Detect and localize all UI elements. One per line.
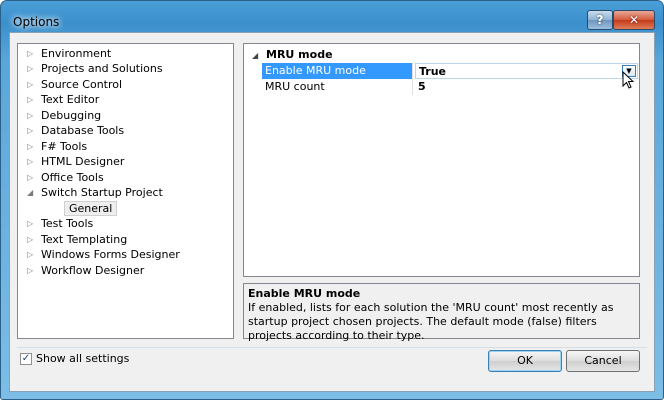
description-text: If enabled, lists for each solution the … [248, 301, 614, 342]
property-name[interactable]: MRU count [262, 79, 412, 95]
triangle-right-icon[interactable]: ▷ [27, 139, 37, 154]
divider [17, 347, 647, 348]
show-all-settings-label[interactable]: Show all settings [36, 351, 129, 367]
triangle-right-icon[interactable]: ▷ [27, 170, 37, 185]
column-divider [412, 79, 413, 95]
property-name[interactable]: Enable MRU mode [262, 63, 412, 79]
ok-button[interactable]: OK [488, 350, 562, 372]
triangle-right-icon[interactable]: ▷ [27, 216, 37, 231]
column-divider [412, 63, 413, 79]
triangle-right-icon[interactable]: ▷ [27, 61, 37, 76]
triangle-right-icon[interactable]: ▷ [27, 247, 37, 262]
checkmark-icon[interactable]: ✓ [20, 353, 32, 365]
category-header[interactable]: ◢ MRU mode [252, 47, 333, 62]
property-value[interactable]: 5 [415, 79, 638, 95]
triangle-down-icon[interactable]: ◢ [252, 48, 266, 63]
cancel-button[interactable]: Cancel [566, 350, 640, 372]
property-row-enable-mru-mode[interactable]: Enable MRU mode True ▼ [262, 63, 638, 79]
triangle-right-icon[interactable]: ▷ [27, 263, 37, 278]
description-title: Enable MRU mode [248, 287, 361, 300]
triangle-right-icon[interactable]: ▷ [27, 92, 37, 107]
property-value: True [419, 65, 447, 78]
property-grid[interactable]: ◢ MRU mode Enable MRU mode True ▼ MRU coun… [243, 43, 640, 277]
dialog-body: ▷ Environment ▷ Projects and Solutions ▷ So… [9, 32, 655, 392]
triangle-right-icon[interactable]: ▷ [27, 108, 37, 123]
triangle-right-icon[interactable]: ▷ [27, 123, 37, 138]
description-panel: Enable MRU mode If enabled, lists for ea… [243, 283, 640, 342]
triangle-right-icon[interactable]: ▷ [27, 154, 37, 169]
options-tree[interactable]: ▷ Environment ▷ Projects and Solutions ▷ So… [17, 43, 234, 339]
tree-item-general[interactable]: General [64, 201, 118, 216]
triangle-right-icon[interactable]: ▷ [27, 46, 37, 61]
triangle-right-icon[interactable]: ▷ [27, 77, 37, 92]
help-button[interactable]: ? [587, 10, 613, 30]
category-label: MRU mode [266, 48, 333, 61]
mouse-pointer-icon [622, 71, 634, 89]
property-value-dropdown[interactable]: True ▼ [415, 63, 638, 79]
property-row-mru-count[interactable]: MRU count 5 [262, 79, 638, 95]
triangle-down-icon[interactable]: ◢ [27, 185, 37, 200]
close-button[interactable]: ✕ [613, 10, 655, 30]
window-title: Options [13, 15, 60, 29]
options-window: Options ? ✕ ▷ Environment ▷ Projects and S… [0, 0, 664, 400]
triangle-right-icon[interactable]: ▷ [27, 232, 37, 247]
